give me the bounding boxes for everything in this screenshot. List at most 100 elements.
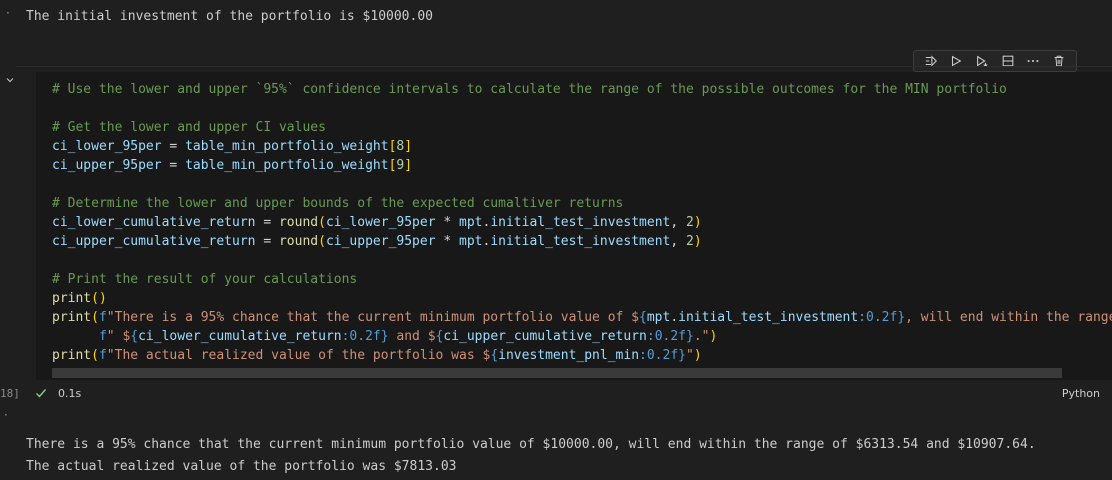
code-token: initial_test_investment <box>678 310 859 325</box>
code-token: = <box>255 215 279 230</box>
code-line[interactable]: ci_upper_95per = table_min_portfolio_wei… <box>52 156 1112 175</box>
code-token: = <box>161 139 186 154</box>
code-token: mpt <box>459 234 483 249</box>
code-token: { <box>639 310 647 325</box>
code-line[interactable] <box>52 175 1112 194</box>
code-token: table_min_portfolio_weight <box>185 139 389 154</box>
code-token: f <box>52 329 107 344</box>
code-token: :0.2f <box>646 329 687 344</box>
code-line[interactable]: # Get the lower and upper CI values <box>52 118 1112 137</box>
code-token: ( <box>318 234 326 249</box>
code-token: :0.2f <box>341 329 381 344</box>
code-token: " $ <box>106 329 131 344</box>
code-token: mpt <box>646 310 671 325</box>
code-line[interactable] <box>52 251 1112 270</box>
cell-output: There is a 95% chance that the current m… <box>26 434 1036 478</box>
output-marker: · <box>6 6 10 20</box>
code-token: ) <box>693 234 702 249</box>
previous-output-text: The initial investment of the portfolio … <box>26 9 433 24</box>
code-token: { <box>490 348 499 363</box>
code-token: * <box>435 234 460 249</box>
code-token: ] <box>404 158 413 173</box>
code-token: f <box>98 348 107 363</box>
execution-count: 18] <box>0 387 20 400</box>
code-line[interactable]: ci_lower_cumulative_return = round(ci_lo… <box>52 213 1112 232</box>
code-editor[interactable]: # Use the lower and upper `95%` confiden… <box>36 72 1112 380</box>
code-token: initial_test_investment <box>490 234 671 249</box>
code-token: } <box>678 348 686 363</box>
code-token: { <box>130 329 139 344</box>
code-token: ) <box>693 215 702 230</box>
code-token: ci_lower_95per <box>325 215 436 230</box>
code-line[interactable]: print() <box>52 289 1112 308</box>
code-token: # Print the result of your calculations <box>52 272 358 287</box>
code-token: # Get the lower and upper CI values <box>52 120 326 135</box>
code-token: } <box>897 310 906 325</box>
code-token: # Use the lower and upper `95%` confiden… <box>52 82 1007 97</box>
code-token: mpt <box>459 215 483 230</box>
code-line[interactable]: # Use the lower and upper `95%` confiden… <box>52 80 1112 99</box>
code-token: ] <box>404 139 413 154</box>
code-token: table_min_portfolio_weight <box>185 158 389 173</box>
code-token: ci_lower_cumulative_return <box>52 215 256 230</box>
code-token: :0.2f <box>639 348 679 363</box>
code-token: ) <box>693 348 702 363</box>
code-token: "The actual realized value of the portfo… <box>106 348 491 363</box>
code-token: = <box>255 234 279 249</box>
code-token: and $ <box>388 329 436 344</box>
code-token: ." <box>693 329 710 344</box>
code-token: , <box>670 234 686 249</box>
output-line: There is a 95% chance that the current m… <box>26 437 1036 452</box>
success-check-icon <box>36 389 47 398</box>
code-token: * <box>435 215 460 230</box>
code-token: round <box>278 215 319 230</box>
code-token: , <box>670 215 686 230</box>
code-token: . <box>670 310 679 325</box>
code-token: round <box>278 234 319 249</box>
code-token: ci_upper_95per <box>325 234 436 249</box>
output-line: The actual realized value of the portfol… <box>26 459 457 474</box>
code-token: print <box>52 291 92 306</box>
code-token: ( <box>91 348 99 363</box>
cell-status-bar: 18] 0.1s Python <box>0 382 1112 404</box>
code-token: = <box>161 158 186 173</box>
code-line[interactable]: # Print the result of your calculations <box>52 270 1112 289</box>
code-line[interactable]: print(f"There is a 95% chance that the c… <box>52 308 1112 327</box>
code-line[interactable]: f" ${ci_lower_cumulative_return:0.2f} an… <box>52 327 1112 346</box>
code-token: f <box>98 310 107 325</box>
code-token: ci_upper_cumulative_return <box>443 329 647 344</box>
collapse-cell-chevron-icon[interactable] <box>4 71 16 83</box>
code-token: initial_test_investment <box>490 215 671 230</box>
code-line[interactable]: ci_lower_95per = table_min_portfolio_wei… <box>52 137 1112 156</box>
output-marker: · <box>4 408 8 422</box>
code-token: 2 <box>686 215 694 230</box>
code-token: ci_lower_cumulative_return <box>138 329 342 344</box>
language-selector[interactable]: Python <box>1062 387 1100 400</box>
execution-duration: 0.1s <box>58 387 82 400</box>
code-line[interactable]: print(f"The actual realized value of the… <box>52 346 1112 365</box>
code-token: , will end within the range of <box>905 310 1112 325</box>
code-token: ( <box>318 215 326 230</box>
code-token: } <box>380 329 389 344</box>
code-token: 2 <box>686 234 694 249</box>
code-token: investment_pnl_min <box>498 348 640 363</box>
code-token: ci_lower_95per <box>52 139 162 154</box>
code-line[interactable]: ci_upper_cumulative_return = round(ci_up… <box>52 232 1112 251</box>
code-token: } <box>686 329 694 344</box>
code-line[interactable] <box>52 99 1112 118</box>
code-token: "There is a 95% chance that the current … <box>106 310 640 325</box>
code-token: print <box>52 348 92 363</box>
code-token: () <box>91 291 107 306</box>
code-token: :0.2f <box>858 310 898 325</box>
code-token: print <box>52 310 92 325</box>
code-token: ci_upper_95per <box>52 158 162 173</box>
code-token: ci_upper_cumulative_return <box>52 234 256 249</box>
code-token: " <box>686 348 694 363</box>
previous-output: · The initial investment of the portfoli… <box>0 0 1112 36</box>
code-line[interactable]: # Determine the lower and upper bounds o… <box>52 194 1112 213</box>
code-token: ) <box>709 329 718 344</box>
code-token: ( <box>91 310 99 325</box>
code-token: # Determine the lower and upper bounds o… <box>52 196 624 211</box>
horizontal-scrollbar[interactable] <box>52 368 1062 378</box>
code-content[interactable]: # Use the lower and upper `95%` confiden… <box>52 80 1112 365</box>
